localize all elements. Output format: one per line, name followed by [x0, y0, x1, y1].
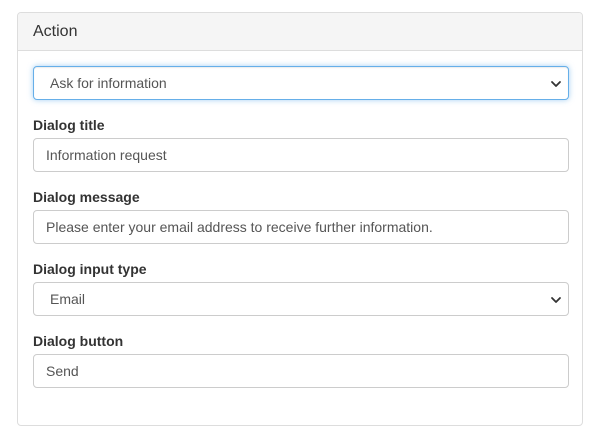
- dialog-message-value: Please enter your email address to recei…: [46, 219, 433, 235]
- dialog-input-type-label: Dialog input type: [33, 261, 147, 277]
- dialog-title-input[interactable]: Information request: [33, 138, 569, 172]
- panel-heading: Action: [18, 13, 582, 51]
- chevron-down-icon: [551, 297, 561, 303]
- action-panel: Action Ask for information Dialog title …: [17, 12, 583, 426]
- panel-title: Action: [33, 23, 78, 40]
- dialog-button-input[interactable]: Send: [33, 354, 569, 388]
- action-select[interactable]: Ask for information: [33, 66, 569, 100]
- dialog-button-label: Dialog button: [33, 333, 124, 349]
- dialog-message-label: Dialog message: [33, 189, 140, 205]
- dialog-button-value: Send: [46, 363, 79, 379]
- dialog-title-value: Information request: [46, 147, 167, 163]
- dialog-title-label: Dialog title: [33, 117, 105, 133]
- dialog-input-type-select[interactable]: Email: [33, 282, 569, 316]
- panel-body: Ask for information Dialog title Informa…: [18, 51, 582, 388]
- chevron-down-icon: [551, 81, 561, 87]
- dialog-input-type-value: Email: [50, 291, 86, 307]
- action-select-value: Ask for information: [50, 75, 167, 91]
- dialog-message-input[interactable]: Please enter your email address to recei…: [33, 210, 569, 244]
